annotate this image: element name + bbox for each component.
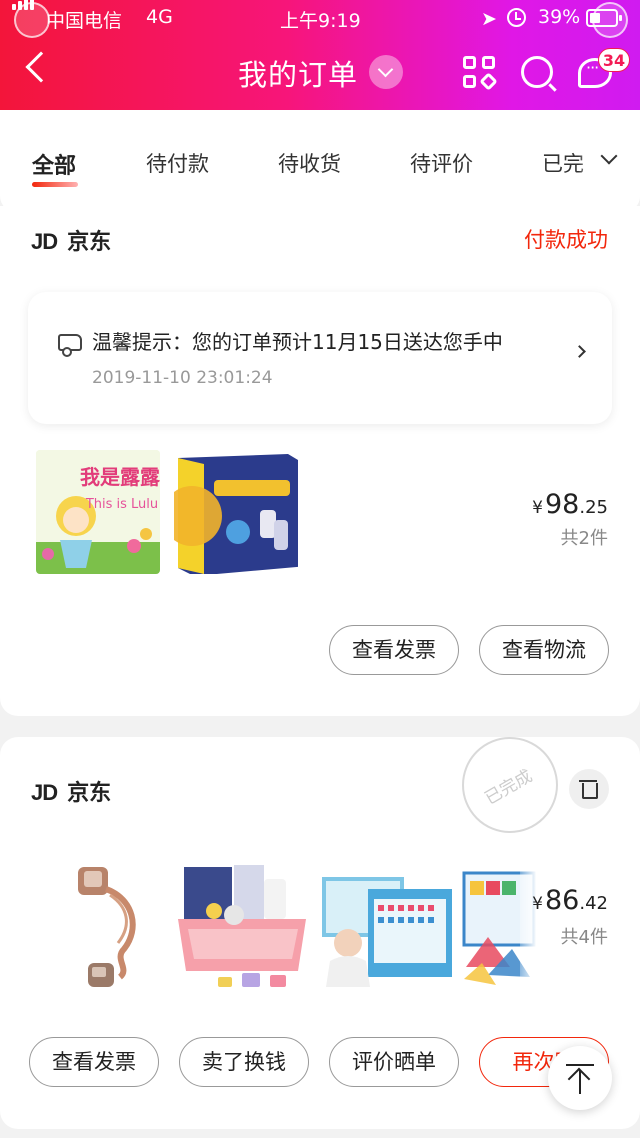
arrow-up-icon	[567, 1067, 591, 1091]
alarm-icon	[507, 8, 526, 27]
notice-text: 温馨提示：您的订单预计11月15日送达您手中	[92, 330, 503, 354]
view-invoice-button[interactable]: 查看发票	[329, 625, 459, 675]
tab-pending-payment[interactable]: 待付款	[146, 148, 209, 178]
item-count: 共4件	[560, 927, 608, 948]
active-tab-indicator	[32, 182, 78, 187]
resell-button[interactable]: 卖了换钱	[179, 1037, 309, 1087]
message-count-badge: 34	[598, 48, 630, 72]
chevron-right-icon	[573, 345, 586, 358]
back-to-top-button[interactable]	[548, 1046, 612, 1110]
book-title-text: 我是露露	[80, 465, 160, 489]
tab-all[interactable]: 全部	[32, 148, 76, 180]
view-invoice-button[interactable]: 查看发票	[29, 1037, 159, 1087]
tab-pending-receipt[interactable]: 待收货	[278, 148, 341, 178]
order-status: 付款成功	[524, 228, 608, 252]
completed-stamp: 已完成	[462, 737, 558, 833]
assistive-touch-icon[interactable]	[592, 2, 628, 38]
app-header: 中国电信 4G 上午9:19 ➤ 39% 我的订单 34	[0, 0, 640, 110]
order-price: ¥98.25	[532, 489, 608, 520]
battery-percent: 39%	[538, 6, 581, 28]
page-title[interactable]: 我的订单	[238, 52, 358, 94]
product-image[interactable]: 我是露露 This is Lulu	[36, 450, 160, 574]
shop-name[interactable]: JD 京东	[31, 775, 111, 807]
network-type: 4G	[146, 6, 173, 28]
category-grid-icon[interactable]	[463, 56, 498, 91]
order-price: ¥86.42	[532, 885, 608, 916]
notice-time: 2019-11-10 23:01:24	[92, 368, 273, 388]
item-count: 共2件	[560, 528, 608, 549]
product-image[interactable]	[174, 859, 310, 995]
order-card[interactable]: JD 京东 已完成 ¥86.42 共4件 查看发票 卖了换钱 评价晒单 再次购	[0, 737, 640, 1129]
book-subtitle-text: This is Lulu	[85, 497, 158, 512]
view-logistics-button[interactable]: 查看物流	[479, 625, 609, 675]
location-icon: ➤	[481, 8, 497, 30]
order-card[interactable]: JD 京东 付款成功 温馨提示：您的订单预计11月15日送达您手中 2019-11…	[0, 206, 640, 716]
jd-logo-icon: JD	[31, 780, 58, 805]
review-button[interactable]: 评价晒单	[329, 1037, 459, 1087]
product-image[interactable]	[174, 450, 298, 574]
carrier-logo-icon	[14, 2, 50, 38]
status-time: 上午9:19	[280, 10, 361, 32]
back-button[interactable]	[25, 51, 57, 83]
product-image[interactable]	[44, 859, 168, 995]
product-image[interactable]	[318, 859, 454, 995]
tab-pending-review[interactable]: 待评价	[410, 148, 473, 178]
chevron-down-icon[interactable]	[369, 55, 403, 89]
search-icon[interactable]	[521, 56, 553, 88]
shop-name[interactable]: JD 京东	[31, 224, 111, 256]
jd-logo-icon: JD	[31, 229, 58, 254]
carrier-name: 中国电信	[46, 10, 123, 32]
delete-order-button[interactable]	[569, 769, 609, 809]
order-tabs: 全部 待付款 待收货 待评价 已完	[0, 110, 640, 212]
delivery-notice[interactable]: 温馨提示：您的订单预计11月15日送达您手中 2019-11-10 23:01:…	[28, 292, 612, 424]
status-bar: 中国电信 4G 上午9:19 ➤ 39%	[0, 0, 640, 38]
truck-icon	[58, 334, 82, 357]
